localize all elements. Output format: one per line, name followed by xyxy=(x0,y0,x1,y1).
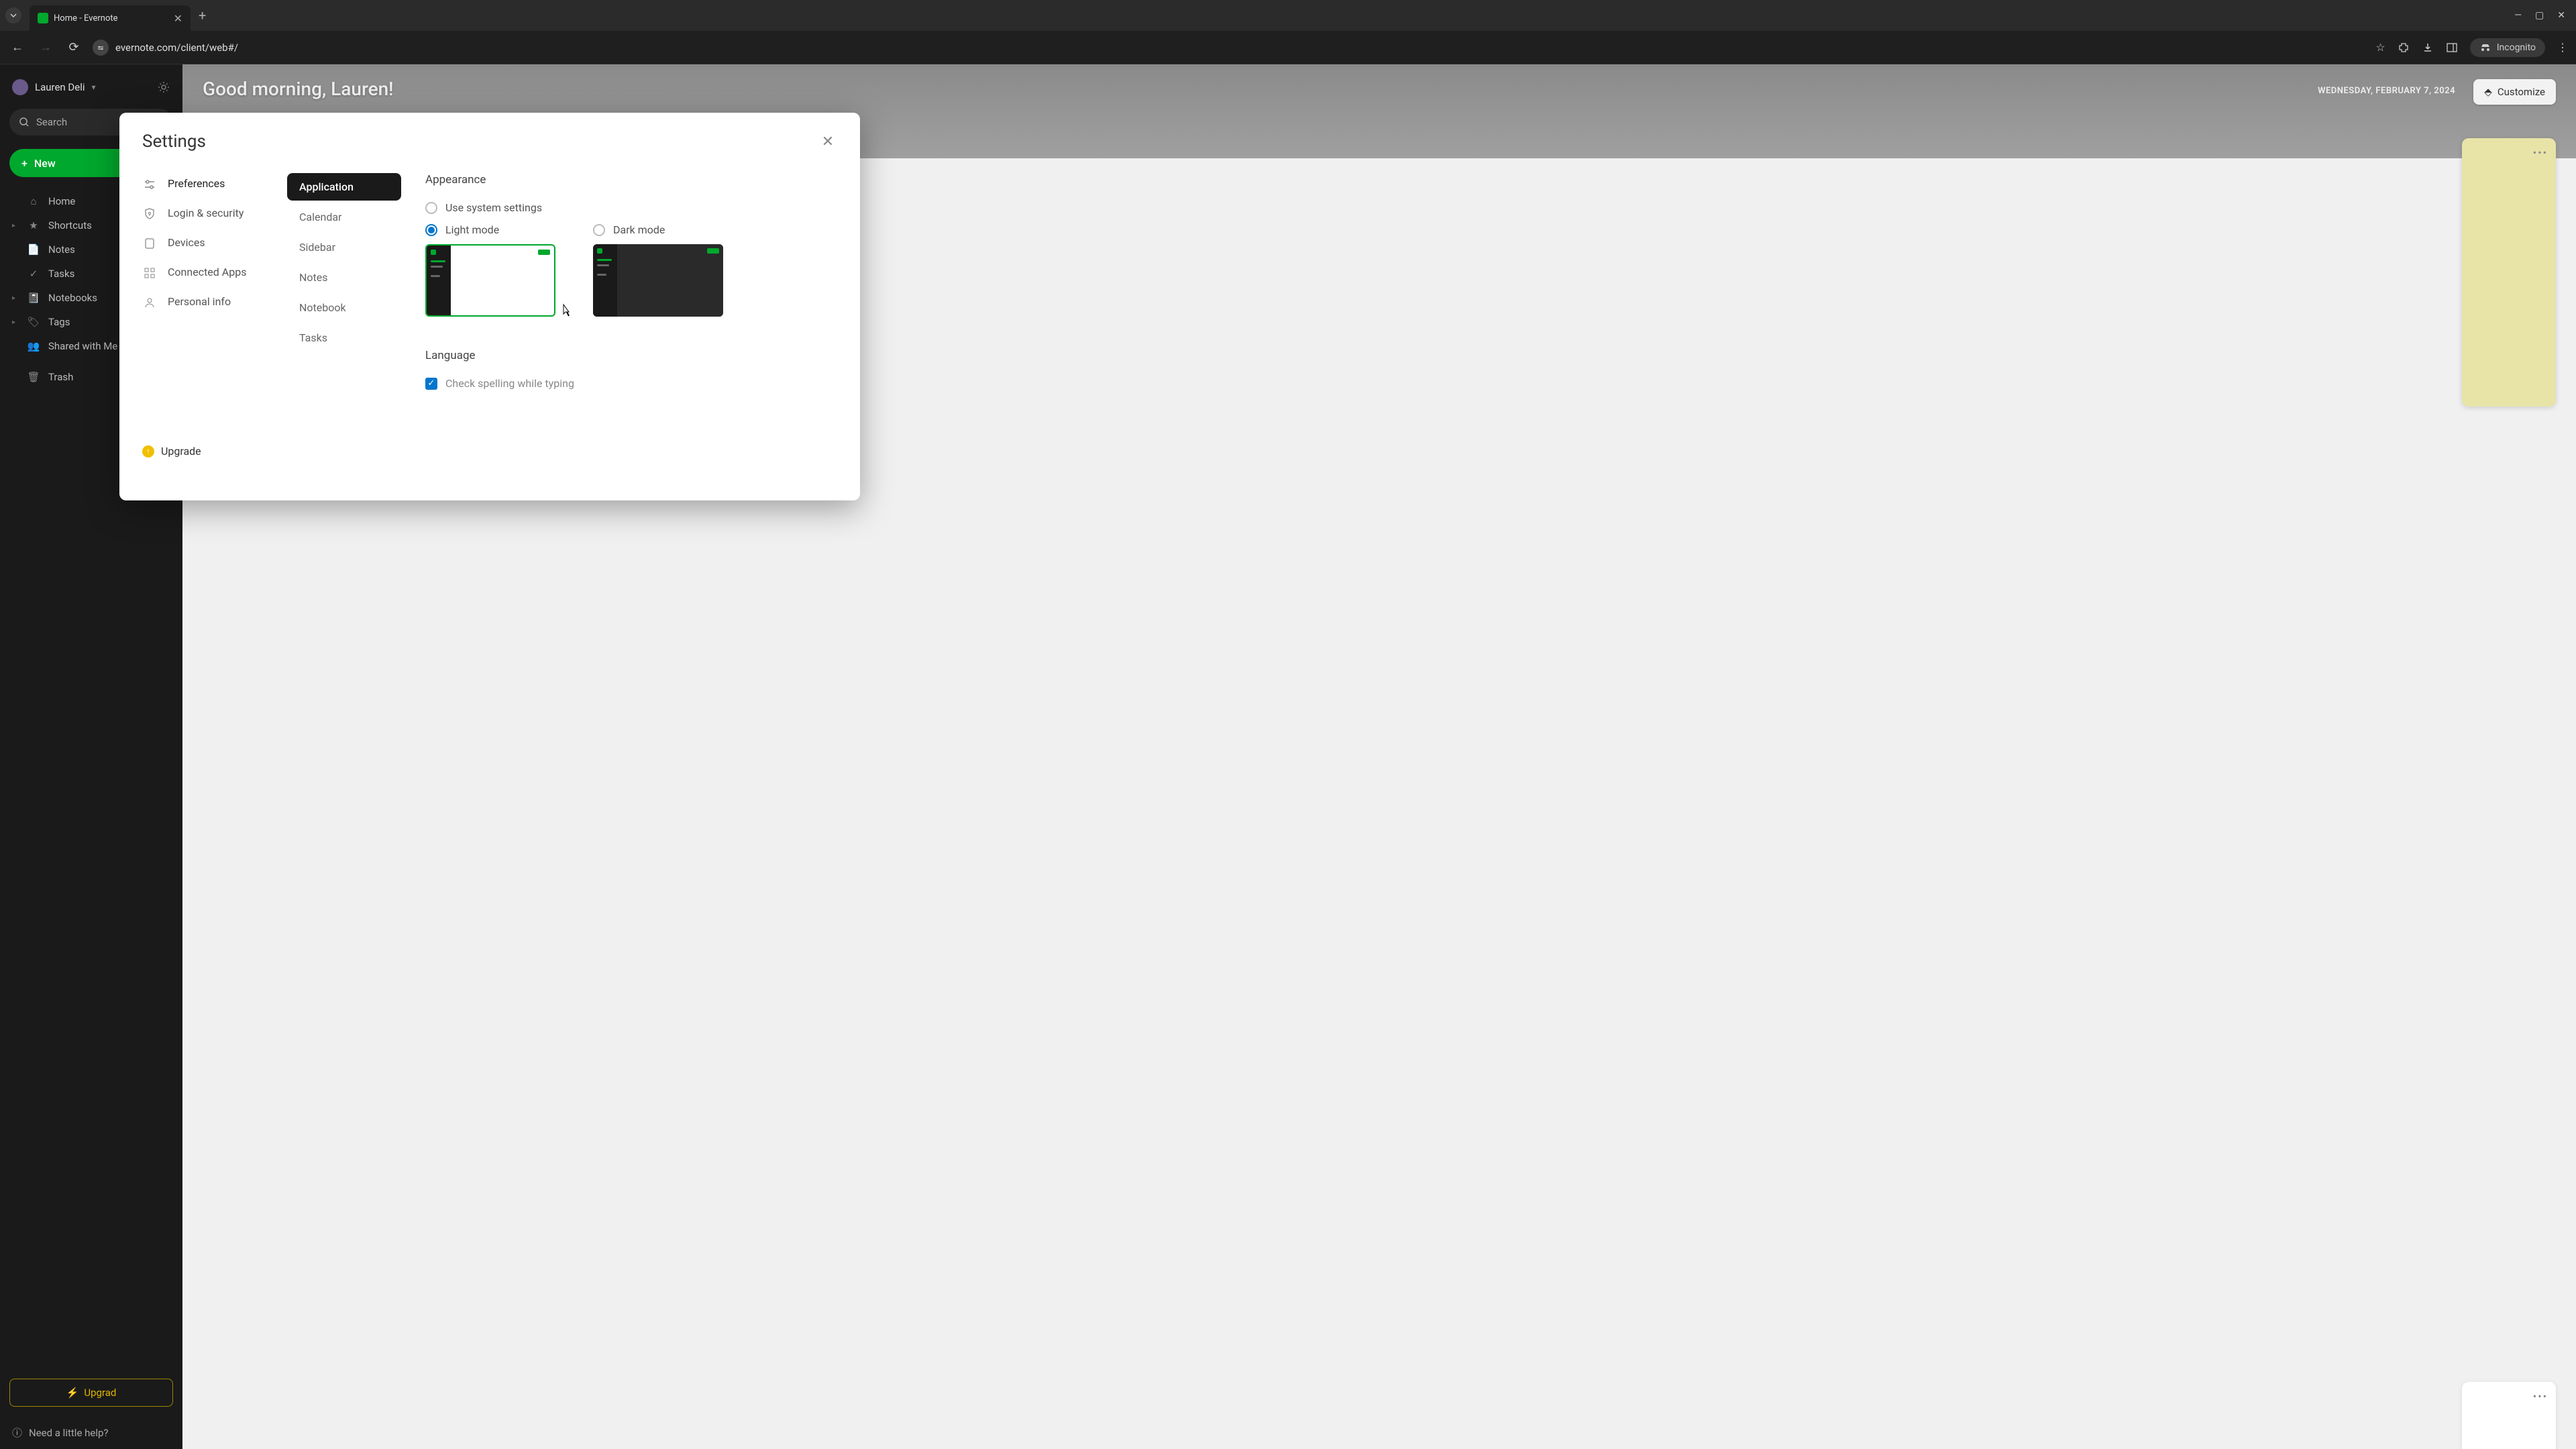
incognito-icon xyxy=(2479,43,2491,52)
reload-button[interactable]: ⟳ xyxy=(64,40,83,54)
radio-dark-mode[interactable]: Dark mode xyxy=(593,223,723,236)
browser-menu-icon[interactable]: ⋮ xyxy=(2557,41,2568,54)
light-mode-preview[interactable] xyxy=(425,244,555,317)
shield-icon xyxy=(142,207,157,221)
subtab-sidebar[interactable]: Sidebar xyxy=(287,233,401,261)
browser-tab-strip: Home - Evernote ✕ + — ▢ ✕ xyxy=(0,0,2576,31)
sliders-icon xyxy=(142,177,157,192)
subtab-application[interactable]: Application xyxy=(287,173,401,201)
evernote-favicon xyxy=(38,13,48,23)
radio-use-system[interactable]: Use system settings xyxy=(425,201,837,214)
dark-mode-preview[interactable] xyxy=(593,244,723,317)
category-preferences[interactable]: Preferences xyxy=(142,177,274,192)
browser-tab[interactable]: Home - Evernote ✕ xyxy=(30,5,191,31)
sidepanel-icon[interactable] xyxy=(2446,42,2458,54)
subtab-tasks[interactable]: Tasks xyxy=(287,324,401,352)
theme-option-light: Light mode xyxy=(425,223,555,317)
url-field[interactable]: evernote.com/client/web#/ xyxy=(93,40,2366,56)
settings-categories: Preferences Login & security Devices Con… xyxy=(142,168,274,484)
radio-light-mode[interactable]: Light mode xyxy=(425,223,555,236)
tab-search-button[interactable] xyxy=(5,7,21,23)
category-personal-info[interactable]: Personal info xyxy=(142,295,274,310)
minimize-button[interactable]: — xyxy=(2514,10,2522,21)
radio-icon xyxy=(425,224,437,236)
new-tab-button[interactable]: + xyxy=(199,7,206,23)
close-window-button[interactable]: ✕ xyxy=(2557,10,2565,21)
subtab-notes[interactable]: Notes xyxy=(287,264,401,291)
bookmark-icon[interactable]: ☆ xyxy=(2375,41,2385,54)
upgrade-arrow-icon: ↑ xyxy=(142,445,154,458)
subtab-calendar[interactable]: Calendar xyxy=(287,203,401,231)
back-button[interactable]: ← xyxy=(8,40,27,54)
radio-icon xyxy=(593,224,605,236)
settings-modal: Settings ✕ Preferences Login & security xyxy=(119,113,860,500)
devices-icon xyxy=(142,236,157,251)
spellcheck-checkbox-row[interactable]: ✓ Check spelling while typing xyxy=(425,377,837,390)
settings-upgrade-link[interactable]: ↑ Upgrade xyxy=(142,445,274,484)
language-heading: Language xyxy=(425,349,837,362)
category-devices[interactable]: Devices xyxy=(142,236,274,251)
apps-grid-icon xyxy=(142,266,157,280)
url-text: evernote.com/client/web#/ xyxy=(115,42,238,54)
app-root: Lauren Deli ▾ Search + New ⌂Home ▸★Short… xyxy=(0,64,2576,1449)
person-icon xyxy=(142,295,157,310)
preferences-subtabs: Application Calendar Sidebar Notes Noteb… xyxy=(287,168,401,484)
appearance-heading: Appearance xyxy=(425,173,837,186)
incognito-chip[interactable]: Incognito xyxy=(2470,38,2545,57)
category-connected-apps[interactable]: Connected Apps xyxy=(142,266,274,280)
subtab-notebook[interactable]: Notebook xyxy=(287,294,401,321)
forward-button[interactable]: → xyxy=(36,40,55,54)
radio-icon xyxy=(425,202,437,214)
browser-address-bar: ← → ⟳ evernote.com/client/web#/ ☆ Incogn… xyxy=(0,31,2576,64)
close-tab-button[interactable]: ✕ xyxy=(174,12,182,25)
downloads-icon[interactable] xyxy=(2422,42,2434,54)
modal-backdrop: Settings ✕ Preferences Login & security xyxy=(0,64,2576,1449)
checkbox-icon: ✓ xyxy=(425,378,437,390)
modal-title: Settings xyxy=(142,131,206,152)
settings-content: Appearance Use system settings Light mod… xyxy=(415,168,837,484)
maximize-button[interactable]: ▢ xyxy=(2535,10,2544,21)
extensions-icon[interactable] xyxy=(2398,42,2410,54)
close-modal-button[interactable]: ✕ xyxy=(818,132,837,151)
tab-title: Home - Evernote xyxy=(54,13,168,23)
theme-option-dark: Dark mode xyxy=(593,223,723,317)
category-login-security[interactable]: Login & security xyxy=(142,207,274,221)
site-info-button[interactable] xyxy=(93,40,109,56)
window-controls: — ▢ ✕ xyxy=(2514,10,2571,21)
